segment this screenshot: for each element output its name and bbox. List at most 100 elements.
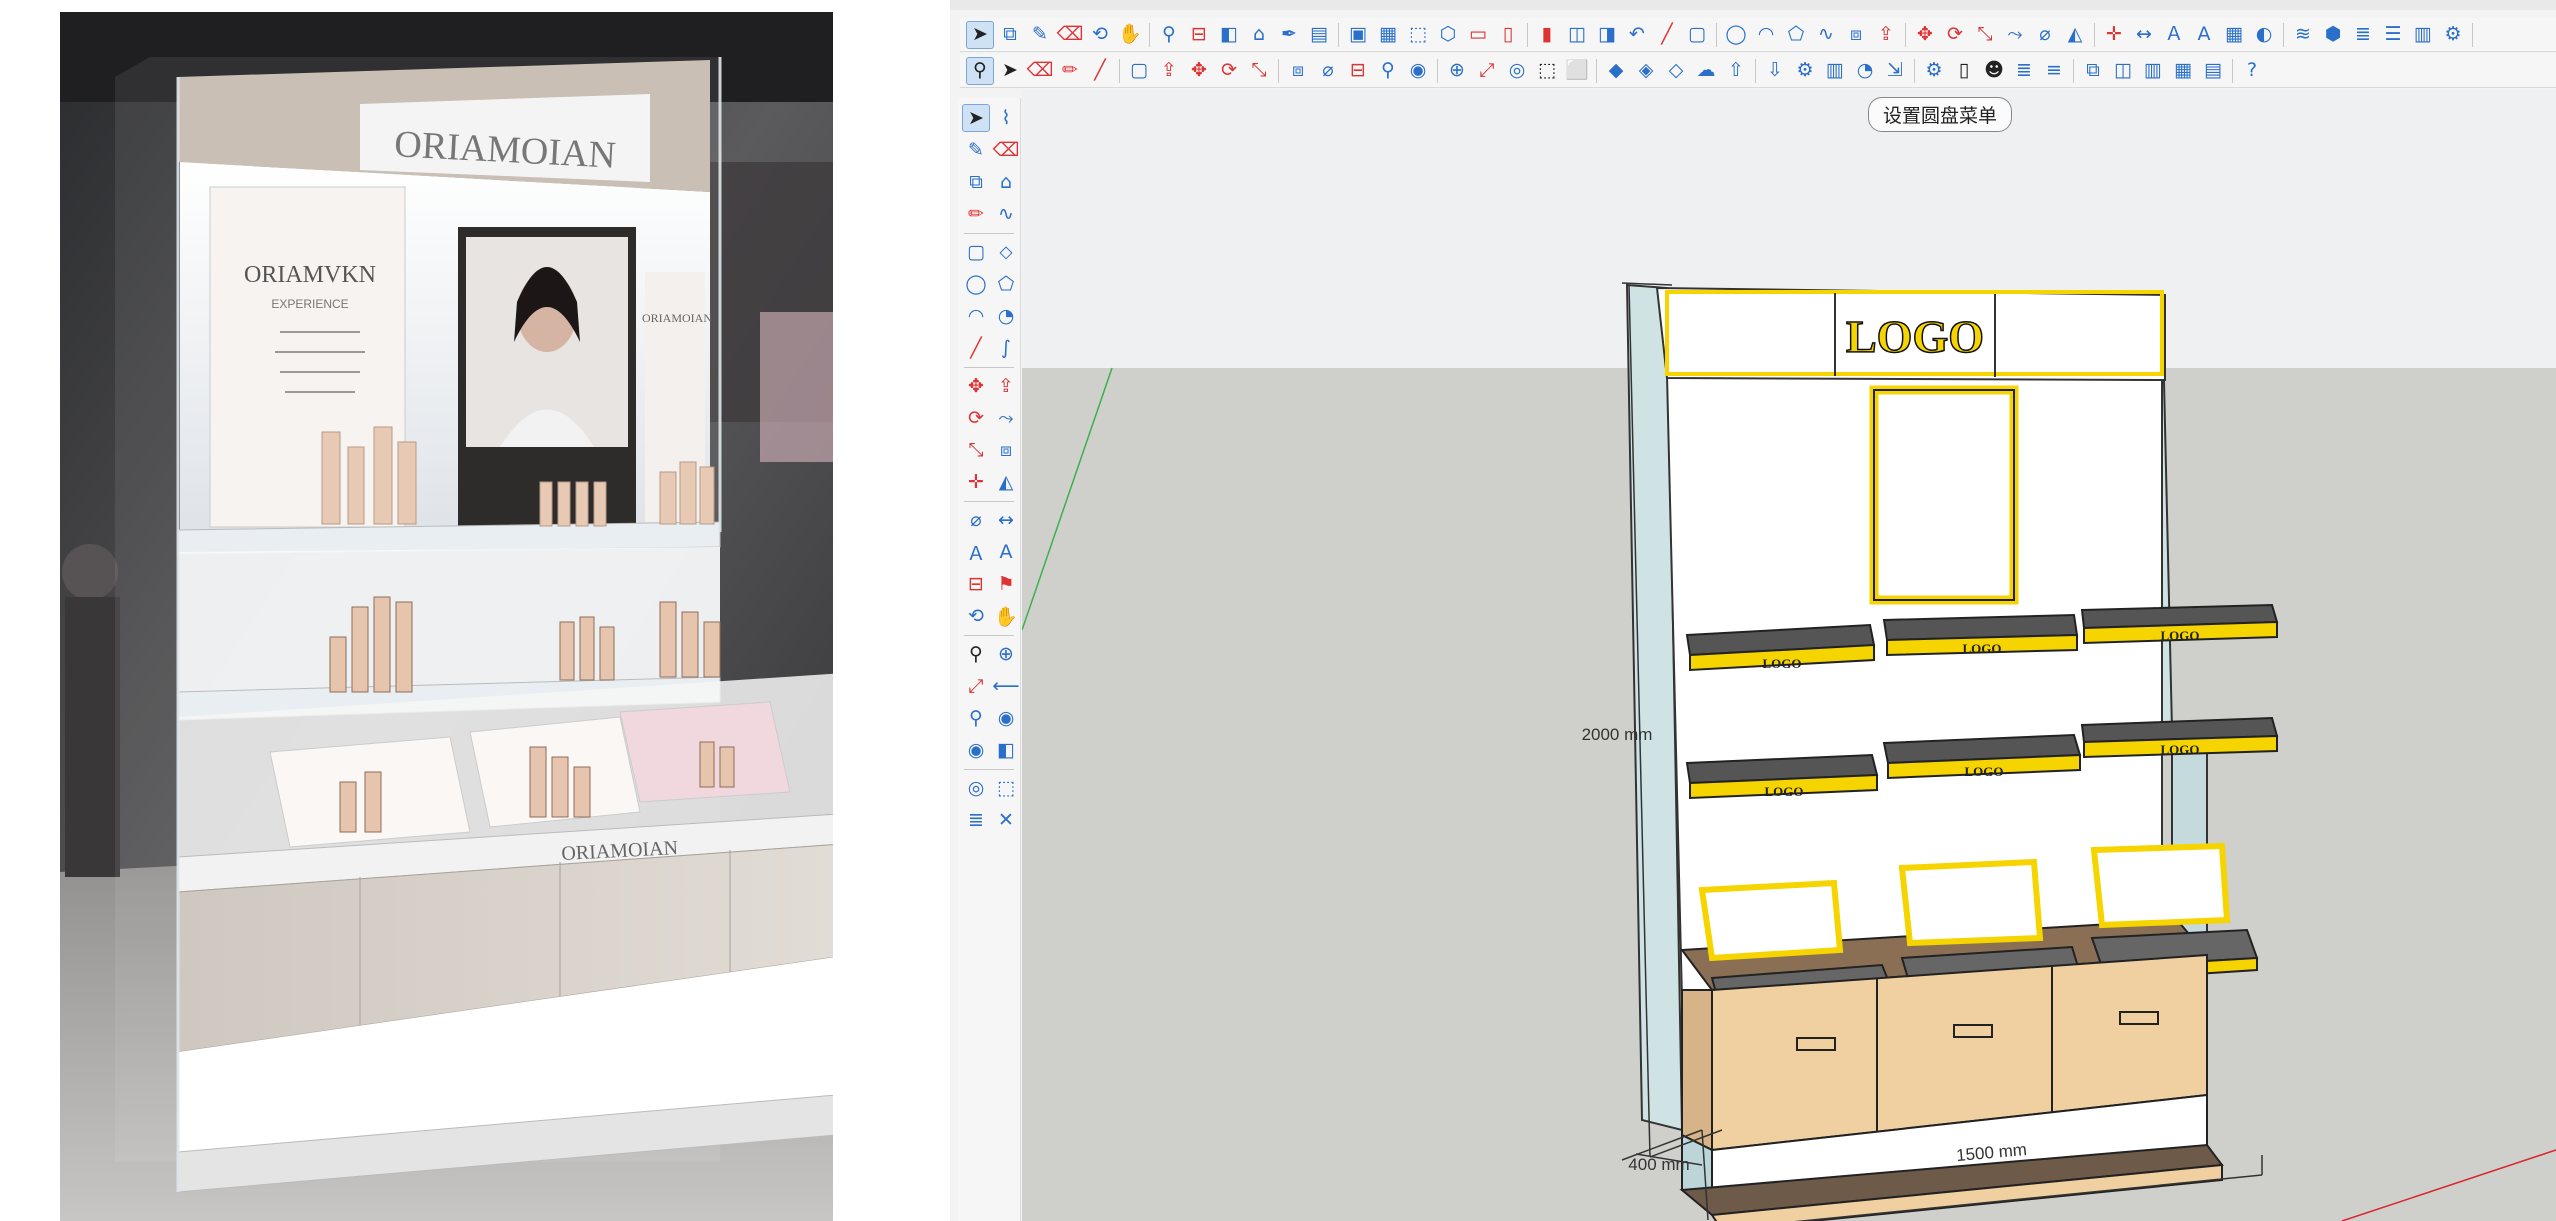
- scenes-icon[interactable]: ▥: [2409, 21, 2437, 49]
- shadow-icon[interactable]: ◐: [2250, 21, 2278, 49]
- ruler-icon[interactable]: ▥: [1821, 57, 1849, 85]
- pushpull-icon[interactable]: ⇪: [1872, 21, 1900, 49]
- move-icon[interactable]: ✥: [1185, 57, 1213, 85]
- hidden-line-icon[interactable]: ⬜: [1563, 57, 1591, 85]
- text-icon[interactable]: Ａ: [962, 538, 990, 566]
- select-icon[interactable]: ➤: [966, 20, 994, 49]
- dimension-depth[interactable]: 400 mm: [1628, 1155, 1689, 1174]
- tag-icon[interactable]: ⌂: [992, 168, 1020, 196]
- component-icon[interactable]: ⧉: [996, 21, 1024, 49]
- left-view-icon[interactable]: ◨: [1593, 21, 1621, 49]
- xray-icon[interactable]: ◎: [1503, 57, 1531, 85]
- rotate-icon[interactable]: ⟳: [962, 404, 990, 432]
- polygon-icon[interactable]: ⬠: [1782, 21, 1810, 49]
- save-icon[interactable]: ▣: [1344, 21, 1372, 49]
- model-scene[interactable]: LOGO LOGO LOGO LOGO LOGO LOGO LOGO 2000 …: [1021, 90, 2556, 1221]
- polygon-icon[interactable]: ⬠: [992, 270, 1020, 298]
- back-view-icon[interactable]: ◫: [1563, 21, 1591, 49]
- pushpull-icon[interactable]: ⇪: [1155, 57, 1183, 85]
- freehand-icon[interactable]: ∿: [1812, 21, 1840, 49]
- poster-frame[interactable]: [1869, 385, 2019, 605]
- rotate-icon[interactable]: ⟳: [1941, 21, 1969, 49]
- followme-icon[interactable]: ⤳: [2001, 21, 2029, 49]
- freehand-icon[interactable]: ∿: [992, 200, 1020, 228]
- front-view-icon[interactable]: ▯: [1494, 21, 1522, 49]
- wireframe-icon[interactable]: ⬚: [1533, 57, 1561, 85]
- section-icon[interactable]: ⊟: [962, 570, 990, 598]
- export-icon[interactable]: ⇲: [1881, 57, 1909, 85]
- lookaround-icon[interactable]: ◉: [1404, 57, 1432, 85]
- tag-icon[interactable]: ⌂: [1245, 21, 1273, 49]
- material-icon[interactable]: ◧: [1215, 21, 1243, 49]
- download-icon[interactable]: ⇩: [1761, 57, 1789, 85]
- paint-icon[interactable]: ✎: [1026, 21, 1054, 49]
- walk-icon[interactable]: ⚲: [962, 704, 990, 732]
- back-edges-icon[interactable]: ⬚: [992, 774, 1020, 802]
- component-icon[interactable]: ⧉: [2079, 57, 2107, 85]
- offset-icon[interactable]: ⧈: [1284, 57, 1312, 85]
- spline-icon[interactable]: ∫: [992, 334, 1020, 362]
- sandbox-icon[interactable]: ▦: [2220, 21, 2248, 49]
- eraser-icon[interactable]: ⌫: [1026, 57, 1054, 85]
- lasso-icon[interactable]: ⌇: [992, 104, 1020, 132]
- line-icon[interactable]: ╱: [1653, 21, 1681, 49]
- tape-icon[interactable]: ⌀: [2031, 21, 2059, 49]
- dimension-height[interactable]: 2000 mm: [1582, 725, 1653, 744]
- help-icon[interactable]: ?: [2238, 57, 2266, 85]
- axes-icon[interactable]: ✛: [2100, 21, 2128, 49]
- arc-icon[interactable]: ◠: [962, 302, 990, 330]
- 3dtext-icon[interactable]: A: [992, 538, 1020, 566]
- zoom-extents-icon[interactable]: ⤢: [1473, 57, 1501, 85]
- monochrome-icon[interactable]: ◇: [1662, 57, 1690, 85]
- layers-icon[interactable]: ≣: [962, 806, 990, 834]
- zoom-window-icon[interactable]: ⊕: [992, 640, 1020, 668]
- section-icon[interactable]: ⊟: [1344, 57, 1372, 85]
- xray-icon[interactable]: ◎: [962, 774, 990, 802]
- text-icon[interactable]: Ａ: [2160, 21, 2188, 49]
- dimension-icon[interactable]: ↔: [2130, 21, 2158, 49]
- iso-icon[interactable]: ⬡: [1434, 21, 1462, 49]
- walk-icon[interactable]: ⚲: [1155, 21, 1183, 49]
- pie-icon[interactable]: ◔: [992, 302, 1020, 330]
- lookaround-icon[interactable]: ◉: [992, 704, 1020, 732]
- rotated-rect-icon[interactable]: ⬦: [992, 238, 1020, 266]
- eye-icon[interactable]: ◉: [962, 736, 990, 764]
- pencil-icon[interactable]: ✏: [1056, 57, 1084, 85]
- folder-icon[interactable]: ▤: [1305, 21, 1333, 49]
- person-icon[interactable]: ☻: [1980, 57, 2008, 85]
- paint-icon[interactable]: ✎: [962, 136, 990, 164]
- pan-icon[interactable]: ✋: [1116, 21, 1144, 49]
- scale-icon[interactable]: ⤡: [1971, 21, 1999, 49]
- pencil-icon[interactable]: ✏: [962, 200, 990, 228]
- panel-icon[interactable]: ◫: [2109, 57, 2137, 85]
- axes-icon[interactable]: ✛: [962, 468, 990, 496]
- tape-icon[interactable]: ⌀: [1314, 57, 1342, 85]
- page-icon[interactable]: ▯: [1950, 57, 1978, 85]
- top-view-icon[interactable]: ▭: [1464, 21, 1492, 49]
- zoom-icon[interactable]: ⚲: [962, 640, 990, 668]
- settings-icon[interactable]: ⚙: [1920, 57, 1948, 85]
- views-icon[interactable]: ⬚: [1404, 21, 1432, 49]
- orbit-icon[interactable]: ⟲: [1086, 21, 1114, 49]
- scale-icon[interactable]: ⤡: [962, 436, 990, 464]
- styles-icon[interactable]: ⬢: [2319, 21, 2347, 49]
- 3dtext-icon[interactable]: A: [2190, 21, 2218, 49]
- dimension-icon[interactable]: ↔: [992, 506, 1020, 534]
- line-icon[interactable]: ╱: [962, 334, 990, 362]
- previous-icon[interactable]: ⟵: [992, 672, 1020, 700]
- section-fill-icon[interactable]: ◧: [992, 736, 1020, 764]
- rectangle-icon[interactable]: ▢: [1683, 21, 1711, 49]
- offset-icon[interactable]: ⧈: [992, 436, 1020, 464]
- eraser-icon[interactable]: ⌫: [1056, 21, 1084, 49]
- orbit-icon[interactable]: ⟲: [962, 602, 990, 630]
- cloud-icon[interactable]: ☁: [1692, 57, 1720, 85]
- layers-icon[interactable]: ≣: [2010, 57, 2038, 85]
- component-icon[interactable]: ⧉: [962, 168, 990, 196]
- rectangle-icon[interactable]: ▢: [1125, 57, 1153, 85]
- circle-icon[interactable]: ◯: [962, 270, 990, 298]
- zoom-extents-icon[interactable]: ⤢: [962, 672, 990, 700]
- textured-icon[interactable]: ◈: [1632, 57, 1660, 85]
- arc-icon[interactable]: ◠: [1752, 21, 1780, 49]
- select-icon[interactable]: ➤: [962, 104, 990, 132]
- stack-icon[interactable]: ≡: [2040, 57, 2068, 85]
